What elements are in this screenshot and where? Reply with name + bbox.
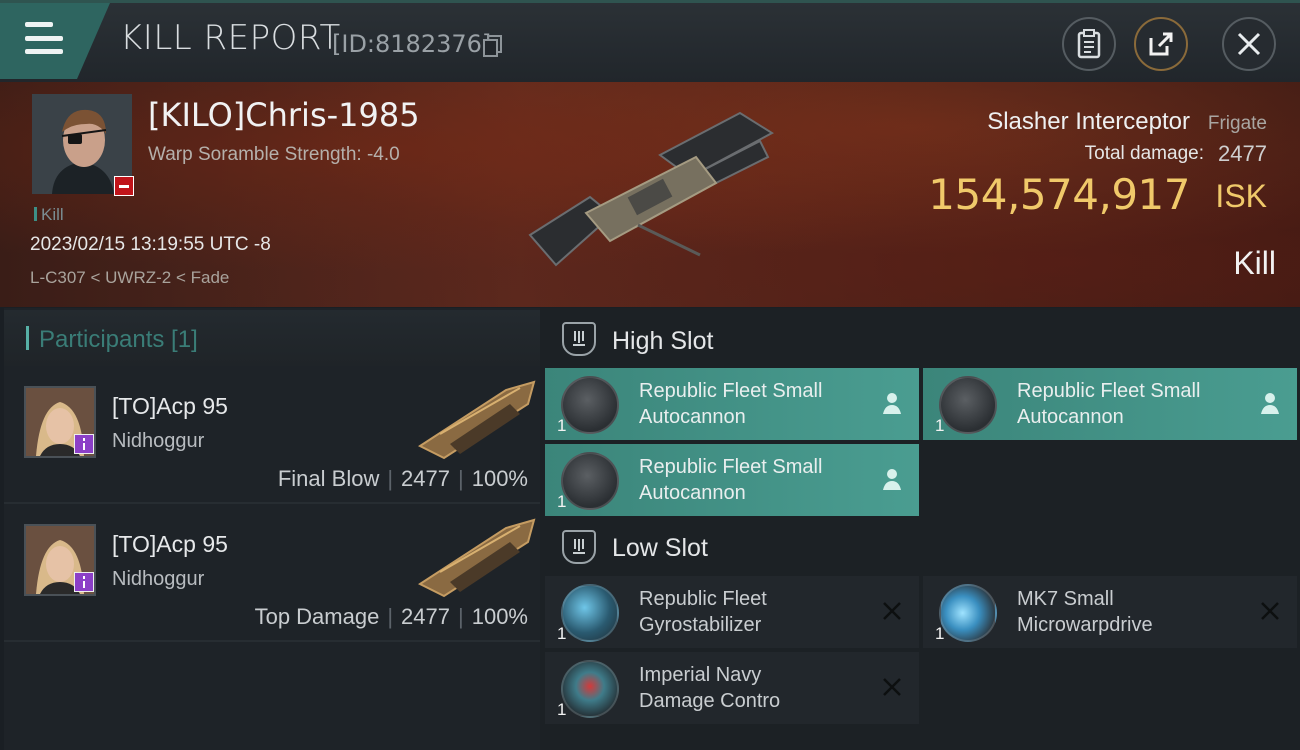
participant-damage: 2477 — [401, 466, 450, 491]
person-icon — [883, 393, 901, 414]
warp-scramble-strength: Warp Soramble Strength: -4.0 — [148, 144, 400, 165]
module-qty: 1 — [557, 416, 567, 435]
participant-role: Final Blow — [277, 466, 380, 491]
low-slot-module[interactable]: 1 Imperial Navy Damage Contro — [545, 652, 919, 724]
x-icon — [1261, 602, 1279, 620]
close-button[interactable] — [1222, 17, 1276, 71]
module-name: MK7 Small Microwarpdrive — [1017, 588, 1153, 636]
participant-ship: Nidhoggur — [112, 430, 205, 452]
high-slot-module[interactable]: 1 Republic Fleet Small Autocannon — [923, 368, 1297, 440]
participant-stats: Final Blow | 2477 | 100% — [277, 466, 528, 491]
total-damage-value: 2477 — [1218, 141, 1267, 166]
high-slot-icon — [562, 322, 596, 356]
person-icon — [883, 469, 901, 490]
gyrostabilizer-icon — [561, 584, 619, 642]
participants-title[interactable]: Participants [1] — [26, 326, 198, 354]
module-qty: 1 — [935, 624, 945, 643]
participant-name[interactable]: [TO]Acp 95 — [112, 531, 228, 558]
clipboard-button[interactable] — [1062, 17, 1116, 71]
autocannon-icon — [561, 452, 619, 510]
participant-name[interactable]: [TO]Acp 95 — [112, 393, 228, 420]
module-name: Republic Fleet Small Autocannon — [639, 380, 823, 428]
x-icon — [883, 602, 901, 620]
high-slot-title: High Slot — [612, 327, 714, 355]
person-icon — [1261, 393, 1279, 414]
participant-percent: 100% — [471, 466, 528, 491]
module-name: Republic Fleet Small Autocannon — [1017, 380, 1201, 428]
microwarpdrive-icon — [939, 584, 997, 642]
victim-ship-name[interactable]: Slasher Interceptor — [987, 108, 1190, 136]
participant-damage: 2477 — [401, 604, 450, 629]
module-qty: 1 — [557, 700, 567, 719]
result-label: Kill — [1233, 245, 1276, 281]
kill-location[interactable]: L-C307 < UWRZ-2 < Fade — [30, 268, 229, 288]
participant-ship: Nidhoggur — [112, 568, 205, 590]
isk-value: 154,574,917 — [928, 170, 1190, 219]
participant-stats: Top Damage | 2477 | 100% — [254, 604, 528, 629]
module-qty: 1 — [935, 416, 945, 435]
participant-ship-image — [417, 518, 536, 598]
low-slot-title: Low Slot — [612, 534, 708, 562]
report-type-tag: Kill — [34, 205, 64, 225]
low-slot-module[interactable]: 1 Republic Fleet Gyrostabilizer — [545, 576, 919, 648]
victim-ship-class: Frigate — [1207, 113, 1267, 134]
menu-icon[interactable] — [25, 22, 63, 54]
participant-percent: 100% — [471, 604, 528, 629]
module-qty: 1 — [557, 492, 567, 511]
autocannon-icon — [939, 376, 997, 434]
participant-ship-image — [417, 380, 536, 460]
module-name: Republic Fleet Gyrostabilizer — [639, 588, 767, 636]
clipboard-icon — [1077, 29, 1101, 59]
report-id: [ID:8182376] — [332, 30, 492, 58]
isk-label: ISK — [1215, 178, 1267, 214]
total-damage-label: Total damage: — [1084, 143, 1204, 164]
autocannon-icon — [561, 376, 619, 434]
copy-icon[interactable] — [483, 35, 503, 57]
low-slot-module[interactable]: 1 MK7 Small Microwarpdrive — [923, 576, 1297, 648]
share-button[interactable] — [1134, 17, 1188, 71]
damage-control-icon — [561, 660, 619, 718]
module-name: Republic Fleet Small Autocannon — [639, 456, 823, 504]
kill-datetime: 2023/02/15 13:19:55 UTC -8 — [30, 234, 271, 255]
module-qty: 1 — [557, 624, 567, 643]
low-slot-icon — [562, 530, 596, 564]
participant-role: Top Damage — [254, 604, 380, 629]
x-icon — [883, 678, 901, 696]
page-title: KILL REPORT — [120, 18, 341, 58]
high-slot-module[interactable]: 1 Republic Fleet Small Autocannon — [545, 444, 919, 516]
victim-pilot-name[interactable]: [KILO]Chris-1985 — [148, 96, 420, 134]
high-slot-module[interactable]: 1 Republic Fleet Small Autocannon — [545, 368, 919, 440]
module-name: Imperial Navy Damage Contro — [639, 664, 781, 712]
corp-badge-icon — [74, 434, 94, 454]
close-icon — [1237, 32, 1261, 56]
share-icon — [1149, 32, 1173, 56]
corp-badge-icon — [74, 572, 94, 592]
loss-badge — [114, 176, 134, 196]
victim-ship-image — [528, 111, 774, 267]
